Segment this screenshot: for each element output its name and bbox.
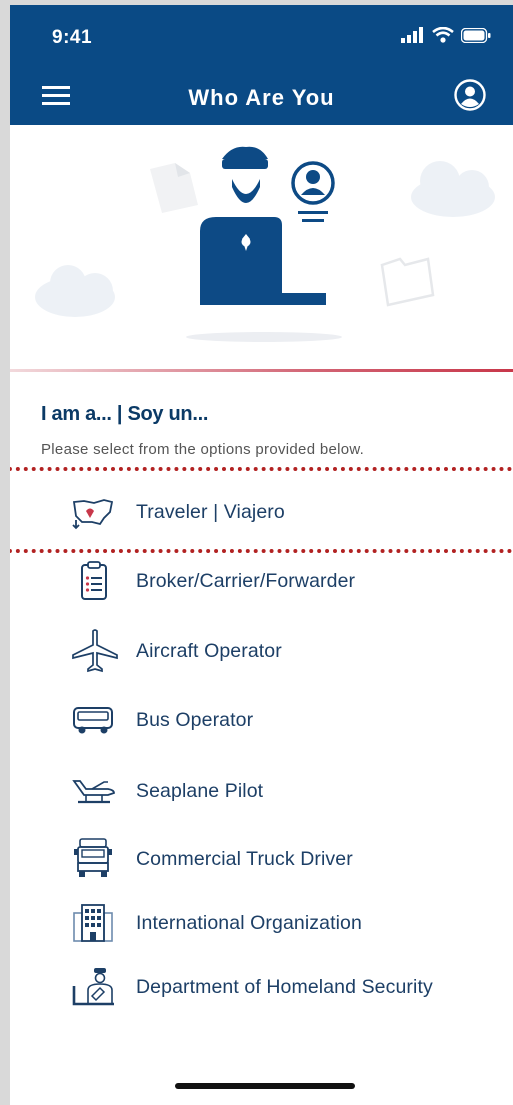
section-heading: I am a... | Soy un... [41,403,209,425]
cloud-right-icon [411,161,495,217]
officer-figure [200,146,326,305]
option-broker-carrier-forwarder[interactable]: Broker/Carrier/Forwarder [70,556,500,606]
option-label: Aircraft Operator [136,639,282,662]
status-icons [401,27,491,43]
option-traveler[interactable]: Traveler | Viajero [70,487,500,537]
officer-illustration [35,146,495,342]
bus-icon [70,698,126,742]
option-label: Traveler | Viajero [136,500,285,523]
clipboard-icon [70,559,126,603]
app-header: 9:41 Who Are You [10,5,513,125]
option-international-organization[interactable]: International Organization [70,898,500,948]
status-time: 9:41 [52,27,93,48]
seaplane-icon [70,769,126,813]
option-label: Broker/Carrier/Forwarder [136,569,356,592]
home-indicator[interactable] [175,1083,355,1089]
option-commercial-truck-driver[interactable]: Commercial Truck Driver [70,834,500,884]
option-department-of-homeland-security[interactable]: Department of Homeland Security [70,962,500,1012]
signal-icon [401,27,423,43]
phone-screen: 9:41 Who Are You I am a... | Soy un... P… [10,5,513,1105]
page-title: Who Are You [188,85,335,110]
hero-illustration [10,125,513,370]
option-label: International Organization [136,911,362,934]
truck-icon [70,837,126,881]
user-profile-icon [454,79,486,111]
document-icon [150,163,198,213]
battery-icon [461,27,491,43]
option-label: Department of Homeland Security [136,975,433,998]
building-icon [70,901,126,945]
hero-divider [10,369,513,372]
airplane-icon [70,629,126,673]
option-label: Seaplane Pilot [136,779,264,802]
id-badge-icon [291,161,335,222]
option-label: Bus Operator [136,708,254,731]
wifi-icon [432,27,454,43]
option-label: Commercial Truck Driver [136,847,353,870]
officer-desk-icon [70,965,126,1009]
profile-button[interactable] [454,79,486,111]
option-seaplane-pilot[interactable]: Seaplane Pilot [70,766,500,816]
option-aircraft-operator[interactable]: Aircraft Operator [70,626,500,676]
section-instruction: Please select from the options provided … [41,441,365,458]
cloud-left-icon [35,265,115,317]
highlight-border-bottom [10,549,513,553]
option-bus-operator[interactable]: Bus Operator [70,695,500,745]
highlight-border-top [10,467,513,471]
folder-icon [380,257,435,307]
us-map-icon [70,490,126,534]
